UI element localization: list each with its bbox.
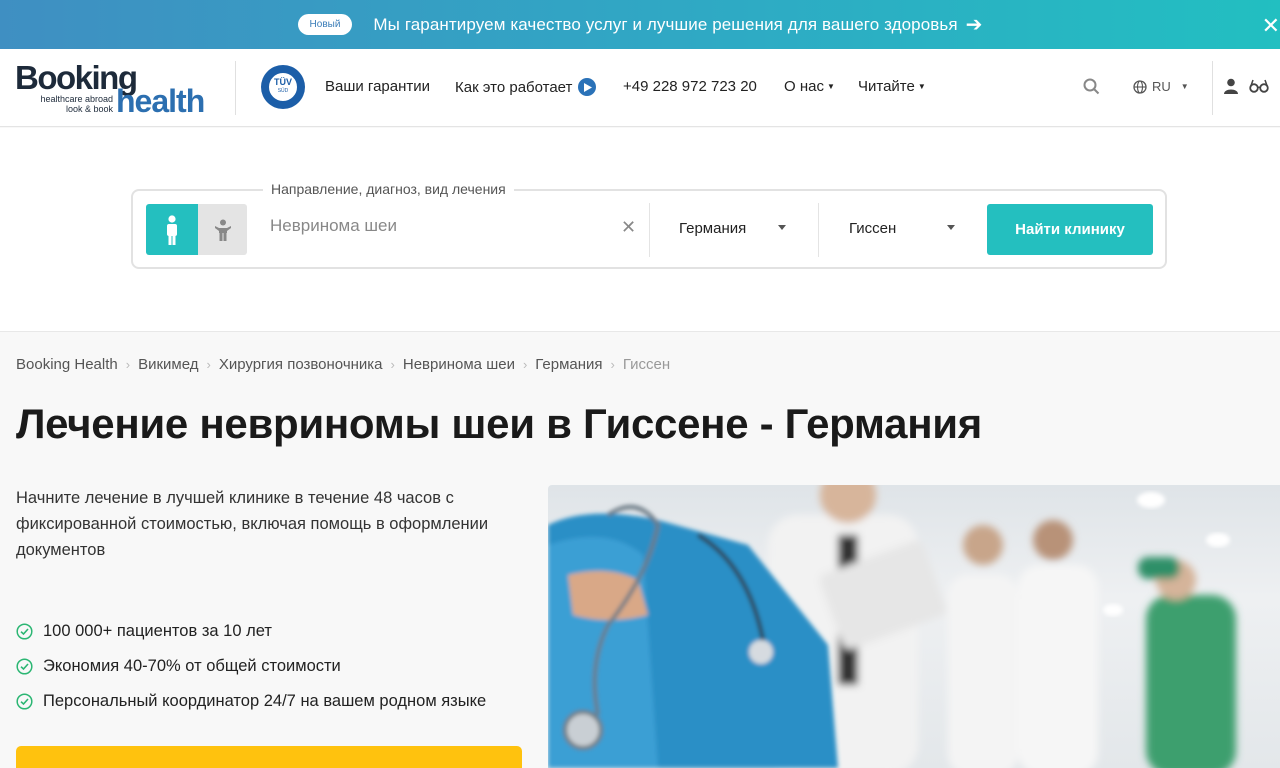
glasses-icon[interactable]	[1249, 79, 1269, 98]
child-icon	[214, 219, 231, 241]
caret-down-icon	[778, 225, 786, 230]
search-section: Направление, диагноз, вид лечения ✕ Герм…	[0, 128, 1280, 332]
banner-text[interactable]: Мы гарантируем качество услуг и лучшие р…	[373, 15, 957, 35]
field-divider	[818, 203, 819, 257]
benefits-list: 100 000+ пациентов за 10 лет Экономия 40…	[16, 614, 486, 719]
check-circle-icon	[16, 693, 33, 710]
chevron-right-icon: ›	[610, 357, 615, 372]
promo-banner[interactable]: Новый Мы гарантируем качество услуг и лу…	[0, 0, 1280, 49]
cta-button[interactable]	[16, 746, 522, 768]
nav-guarantees[interactable]: Ваши гарантии	[325, 78, 430, 95]
chevron-right-icon: ›	[522, 357, 528, 372]
language-selector[interactable]: RU ▼	[1133, 79, 1189, 94]
user-icon[interactable]	[1224, 78, 1238, 99]
benefit-item: 100 000+ пациентов за 10 лет	[16, 614, 486, 649]
doctors-illustration	[548, 485, 1236, 768]
site-header: Booking healthcare abroad look & book he…	[0, 49, 1280, 127]
diagnosis-input[interactable]	[270, 216, 610, 236]
intro-text: Начните лечение в лучшей клинике в течен…	[16, 489, 489, 559]
search-icon[interactable]	[1083, 78, 1100, 100]
adult-toggle[interactable]	[146, 204, 198, 255]
close-icon[interactable]: ✕	[1262, 13, 1280, 39]
breadcrumb-item[interactable]: Booking Health	[16, 356, 118, 373]
benefit-item: Экономия 40-70% от общей стоимости	[16, 649, 486, 684]
breadcrumb: Booking Health › Викимед › Хирургия позв…	[16, 356, 670, 373]
breadcrumb-item[interactable]: Викимед	[138, 356, 198, 373]
caret-down-icon	[947, 225, 955, 230]
header-divider	[1212, 61, 1213, 115]
breadcrumb-item[interactable]: Невринома шеи	[403, 356, 515, 373]
doctors-photo	[548, 485, 1280, 768]
benefit-item: Персональный координатор 24/7 на вашем р…	[16, 684, 486, 719]
globe-icon	[1133, 79, 1147, 94]
nav-phone[interactable]: +49 228 972 723 20	[623, 78, 757, 95]
nav-read[interactable]: Читайте ▼	[858, 78, 926, 95]
clinic-search-form: Направление, диагноз, вид лечения ✕ Герм…	[131, 181, 1167, 269]
check-circle-icon	[16, 658, 33, 675]
breadcrumb-item[interactable]: Хирургия позвоночника	[219, 356, 383, 373]
nav-about[interactable]: О нас ▼	[784, 78, 835, 95]
caret-down-icon: ▼	[1180, 82, 1189, 91]
caret-down-icon: ▼	[917, 82, 926, 91]
clear-icon[interactable]: ✕	[621, 217, 636, 238]
chevron-right-icon: ›	[206, 357, 211, 372]
search-legend: Направление, диагноз, вид лечения	[263, 181, 514, 197]
find-clinic-button[interactable]: Найти клинику	[987, 204, 1153, 255]
tuv-certificate-badge[interactable]: TÜV SÜD	[261, 65, 305, 109]
breadcrumb-item[interactable]: Германия	[535, 356, 602, 373]
header-divider	[235, 61, 236, 115]
check-circle-icon	[16, 623, 33, 640]
new-badge: Новый	[297, 14, 353, 35]
adult-icon	[167, 214, 177, 245]
breadcrumb-current: Гиссен	[622, 356, 671, 373]
page-title: Лечение невриномы шеи в Гиссене - Герман…	[16, 400, 982, 447]
nav-how-it-works[interactable]: Как это работает	[455, 78, 597, 96]
field-divider	[649, 203, 650, 257]
play-icon	[578, 78, 597, 96]
child-toggle[interactable]	[198, 204, 247, 255]
chevron-right-icon: ›	[125, 357, 131, 372]
chevron-right-icon: ›	[390, 357, 395, 372]
arrow-right-icon[interactable]: ➔	[966, 12, 983, 37]
caret-down-icon: ▼	[826, 82, 835, 91]
booking-health-logo[interactable]: Booking healthcare abroad look & book he…	[15, 59, 215, 119]
